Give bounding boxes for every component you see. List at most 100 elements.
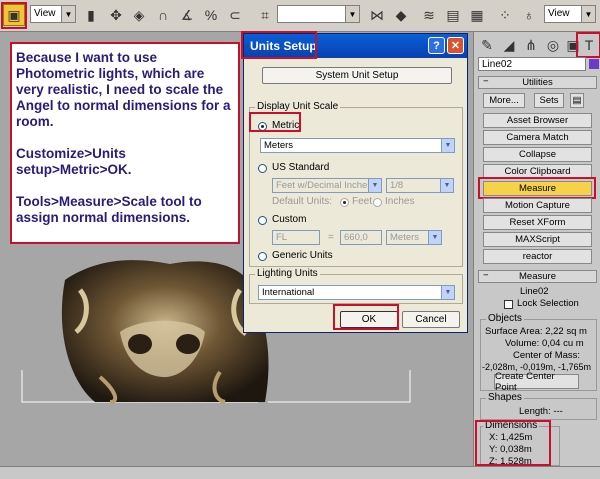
chevron-down-icon: ▼: [61, 6, 75, 22]
motion-capture-button[interactable]: Motion Capture: [483, 198, 592, 213]
us-standard-radio[interactable]: [258, 164, 267, 173]
spinner-snap-icon[interactable]: ⊂: [224, 4, 246, 26]
motion-tab-icon[interactable]: ◎: [542, 34, 564, 56]
custom-value-field[interactable]: 660,0: [340, 230, 382, 245]
feet-label: Feet: [352, 196, 373, 207]
reset-xform-button[interactable]: Reset XForm: [483, 215, 592, 230]
cube-icon[interactable]: ◈: [128, 4, 150, 26]
object-name-value: Line02: [482, 59, 513, 70]
camera-match-button[interactable]: Camera Match: [483, 130, 592, 145]
chevron-down-icon: ▼: [441, 139, 454, 152]
asset-browser-button[interactable]: Asset Browser: [483, 113, 592, 128]
color-clipboard-label: Color Clipboard: [504, 166, 571, 177]
object-name-field[interactable]: Line02: [478, 57, 586, 71]
utilities-rollout-header[interactable]: − Utilities: [478, 76, 597, 89]
lighting-units-select[interactable]: International ▼: [258, 285, 455, 300]
render-view-value: View: [548, 8, 570, 19]
dialog-title-highlight: [241, 31, 317, 59]
object-color-swatch[interactable]: [589, 59, 599, 69]
system-unit-setup-button[interactable]: System Unit Setup: [262, 67, 452, 84]
curve-editor-icon[interactable]: ▤: [442, 4, 464, 26]
maxscript-button[interactable]: MAXScript: [483, 232, 592, 247]
configure-sets-icon[interactable]: ▤: [570, 93, 584, 108]
pivot-icon[interactable]: ▮: [80, 4, 102, 26]
inches-radio[interactable]: [373, 198, 382, 207]
us-standard-select-value: Feet w/Decimal Inches: [276, 180, 373, 191]
cancel-button[interactable]: Cancel: [402, 311, 460, 328]
lock-selection-checkbox[interactable]: [504, 300, 513, 309]
custom-unit-value: Meters: [390, 232, 420, 243]
lighting-units-value: International: [262, 287, 315, 298]
feet-radio[interactable]: [340, 198, 349, 207]
reactor-label: reactor: [522, 251, 553, 262]
utilities-header-label: Utilities: [522, 77, 553, 88]
main-toolbar: ▣ View ▼ ▮ ✥ ◈ ∩ ∡ % ⊂ ⌗ ▼ ⋈ ◆ ≋ ▤ ▦ ⁘ ♁…: [0, 0, 600, 32]
note-paragraph-2: Customize>Units setup>Metric>OK.: [16, 146, 132, 177]
camera-match-label: Camera Match: [506, 132, 569, 143]
display-unit-scale-label: Display Unit Scale: [255, 101, 341, 112]
reference-coordinate-select[interactable]: View ▼: [30, 5, 76, 23]
help-icon: ?: [433, 39, 440, 52]
motion-capture-label: Motion Capture: [505, 200, 570, 211]
measure-highlight: [478, 177, 596, 199]
length-value: Length: ---: [519, 406, 563, 417]
asset-browser-label: Asset Browser: [506, 115, 569, 126]
measure-object-name: Line02: [520, 286, 549, 297]
mirror-icon[interactable]: ⋈: [366, 4, 388, 26]
manipulate-icon[interactable]: ✥: [105, 4, 127, 26]
cancel-label: Cancel: [415, 314, 447, 325]
chevron-down-icon: ▼: [368, 179, 381, 192]
collapse-icon: −: [483, 270, 489, 281]
angle-snap-icon[interactable]: ∡: [176, 4, 198, 26]
collapse-icon: −: [483, 76, 489, 87]
render-scene-icon[interactable]: ♁: [518, 4, 540, 26]
hierarchy-tab-icon[interactable]: ⋔: [520, 34, 542, 56]
layer-manager-icon[interactable]: ≋: [418, 4, 440, 26]
close-button[interactable]: ✕: [447, 37, 464, 54]
custom-value-text: 660,0: [344, 232, 368, 243]
more-label: More...: [489, 95, 519, 106]
select-object-highlight: [1, 2, 27, 29]
close-icon: ✕: [450, 40, 461, 52]
named-selection-select[interactable]: ▼: [277, 5, 360, 23]
shapes-label: Shapes: [486, 392, 524, 403]
center-of-mass-label: Center of Mass:: [513, 350, 581, 361]
percent-snap-icon[interactable]: %: [200, 4, 222, 26]
custom-name-value: FL: [276, 232, 288, 243]
reference-coordinate-value: View: [34, 8, 56, 19]
more-button[interactable]: More...: [483, 93, 525, 108]
sets-label: Sets: [539, 95, 559, 106]
custom-radio[interactable]: [258, 216, 267, 225]
help-button[interactable]: ?: [428, 37, 445, 54]
collapse-button[interactable]: Collapse: [483, 147, 592, 162]
us-fraction-select[interactable]: 1/8 ▼: [386, 178, 454, 193]
chevron-down-icon: ▼: [440, 179, 453, 192]
custom-equals: =: [328, 232, 334, 243]
custom-unit-select[interactable]: Meters ▼: [386, 230, 442, 245]
generic-units-radio[interactable]: [258, 252, 267, 261]
custom-name-field[interactable]: FL: [272, 230, 320, 245]
material-editor-icon[interactable]: ⁘: [494, 4, 516, 26]
measure-rollout-header[interactable]: − Measure: [478, 270, 597, 283]
chevron-down-icon: ▼: [345, 6, 359, 22]
align-icon[interactable]: ◆: [390, 4, 412, 26]
us-fraction-value: 1/8: [390, 180, 404, 191]
sets-button[interactable]: Sets: [534, 93, 564, 108]
create-center-point-button[interactable]: Create Center Point: [494, 371, 579, 393]
metric-select[interactable]: Meters ▼: [260, 138, 455, 153]
tutorial-note: Because I want to use Photometric lights…: [10, 42, 240, 244]
us-standard-select[interactable]: Feet w/Decimal Inches ▼: [272, 178, 382, 193]
status-bar: [0, 466, 600, 479]
schematic-view-icon[interactable]: ▦: [466, 4, 488, 26]
generic-units-label: Generic Units: [272, 250, 333, 261]
shapes-group: Shapes Length: ---: [480, 392, 597, 420]
maxscript-label: MAXScript: [515, 234, 560, 245]
snap-3d-icon[interactable]: ∩: [152, 4, 174, 26]
command-panel: ✎ ◢ ⋔ ◎ ▣ T Line02 − Utilities More... Se…: [473, 32, 600, 467]
named-selection-icon[interactable]: ⌗: [254, 4, 276, 26]
create-tab-icon[interactable]: ✎: [476, 34, 498, 56]
render-view-select[interactable]: View ▼: [544, 5, 596, 23]
reactor-button[interactable]: reactor: [483, 249, 592, 264]
modify-tab-icon[interactable]: ◢: [498, 34, 520, 56]
custom-label: Custom: [272, 214, 307, 225]
